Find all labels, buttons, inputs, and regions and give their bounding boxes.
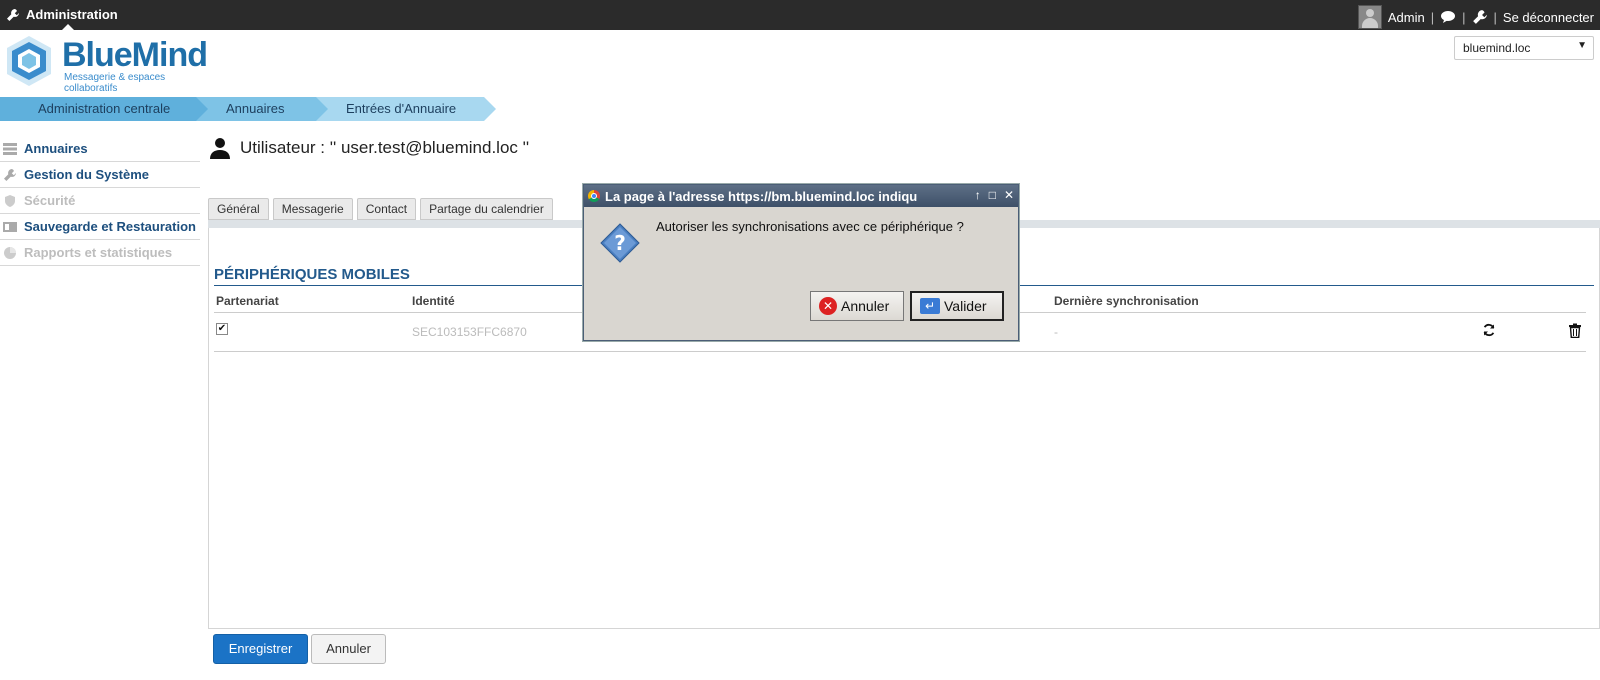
logo-title: BlueMind — [62, 36, 208, 74]
chevron-down-icon: ▼ — [1577, 40, 1587, 51]
dialog-message: Autoriser les synchronisations avec ce p… — [656, 219, 964, 234]
arrow-up-icon[interactable]: ↑ — [975, 188, 981, 202]
dialog-ok-button[interactable]: ↵ Valider — [910, 291, 1004, 321]
app-title: Administration — [26, 7, 118, 22]
sidebar-item-directories[interactable]: Annuaires — [0, 136, 200, 162]
breadcrumb: Administration centrale Annuaires Entrée… — [0, 97, 496, 121]
domain-select-value: bluemind.loc — [1463, 41, 1531, 55]
bluemind-logo[interactable]: BlueMind Messagerie & espaces collaborat… — [2, 34, 212, 94]
dialog-ok-label: Valider — [944, 298, 987, 314]
logout-link[interactable]: Se déconnecter — [1503, 10, 1594, 25]
column-header-partnership: Partenariat — [216, 294, 279, 308]
confirm-dialog: La page à l'adresse https://bm.bluemind.… — [583, 184, 1019, 341]
save-button[interactable]: Enregistrer — [213, 634, 308, 664]
tab-contact[interactable]: Contact — [356, 198, 417, 220]
question-icon: ? — [600, 223, 640, 263]
logo-subtitle: Messagerie & espaces collaboratifs — [64, 72, 166, 94]
chart-icon — [4, 246, 16, 259]
shield-icon — [5, 194, 15, 207]
sidebar-item-label: Sauvegarde et Restauration — [24, 219, 196, 234]
device-last-sync: - — [1054, 325, 1058, 339]
dialog-cancel-button[interactable]: ✕ Annuler — [810, 291, 904, 321]
backup-icon — [3, 221, 17, 232]
breadcrumb-item-entries[interactable]: Entrées d'Annuaire — [316, 97, 496, 121]
maximize-icon[interactable]: □ — [989, 188, 996, 202]
wrench-icon — [4, 168, 16, 181]
tab-messaging[interactable]: Messagerie — [272, 198, 353, 220]
chrome-icon — [588, 190, 600, 202]
list-icon — [3, 142, 17, 155]
column-header-last-sync: Dernière synchronisation — [1054, 294, 1199, 308]
user-icon — [210, 138, 230, 159]
separator: | — [1493, 9, 1497, 25]
svg-text:?: ? — [614, 231, 626, 255]
sidebar-item-label: Sécurité — [24, 193, 76, 208]
top-bar: Administration Admin | | | Se déconnecte… — [0, 0, 1600, 30]
dialog-title-bar[interactable]: La page à l'adresse https://bm.bluemind.… — [584, 185, 1018, 207]
sidebar-item-label: Rapports et statistiques — [24, 245, 173, 260]
avatar[interactable] — [1357, 5, 1382, 29]
sidebar-item-label: Gestion du Système — [24, 167, 149, 182]
trash-icon[interactable] — [1568, 323, 1582, 338]
menu-pointer — [62, 24, 74, 30]
sidebar-item-backup[interactable]: Sauvegarde et Restauration — [0, 214, 200, 240]
wrench-icon[interactable] — [1472, 9, 1488, 25]
device-identity: SEC103153FFC6870 — [412, 325, 527, 339]
sidebar-item-system[interactable]: Gestion du Système — [0, 162, 200, 188]
sidebar-item-reports: Rapports et statistiques — [0, 240, 200, 266]
chat-icon[interactable] — [1440, 10, 1456, 24]
separator: | — [1462, 9, 1466, 25]
tab-calendar-sharing[interactable]: Partage du calendrier — [420, 198, 553, 220]
tab-bar: Général Messagerie Contact Partage du ca… — [208, 198, 553, 220]
sidebar-item-security: Sécurité — [0, 188, 200, 214]
app-menu[interactable]: Administration — [6, 7, 118, 22]
cancel-icon: ✕ — [819, 297, 837, 315]
hexagon-logo-icon — [7, 36, 51, 86]
breadcrumb-item-directories[interactable]: Annuaires — [196, 97, 328, 121]
enter-icon: ↵ — [920, 298, 940, 314]
breadcrumb-item-admin[interactable]: Administration centrale — [0, 97, 208, 121]
tab-general[interactable]: Général — [208, 198, 269, 220]
page-title: Utilisateur : '' user.test@bluemind.loc … — [208, 136, 529, 160]
refresh-icon[interactable] — [1482, 323, 1496, 337]
sidebar-item-label: Annuaires — [24, 141, 88, 156]
dialog-title: La page à l'adresse https://bm.bluemind.… — [605, 188, 918, 204]
page-title-text: Utilisateur : '' user.test@bluemind.loc … — [240, 138, 530, 157]
cancel-button[interactable]: Annuler — [311, 634, 386, 664]
close-icon[interactable]: ✕ — [1004, 188, 1014, 202]
user-name-link[interactable]: Admin — [1388, 10, 1425, 25]
partnership-checkbox[interactable]: ✔ — [216, 323, 228, 335]
column-header-identity: Identité — [412, 294, 455, 308]
sidebar: Annuaires Gestion du Système Sécurité Sa… — [0, 136, 200, 266]
domain-select[interactable]: bluemind.loc ▼ — [1454, 36, 1594, 60]
wrench-icon — [7, 8, 19, 21]
dialog-cancel-label: Annuler — [841, 298, 890, 314]
separator: | — [1430, 9, 1435, 25]
